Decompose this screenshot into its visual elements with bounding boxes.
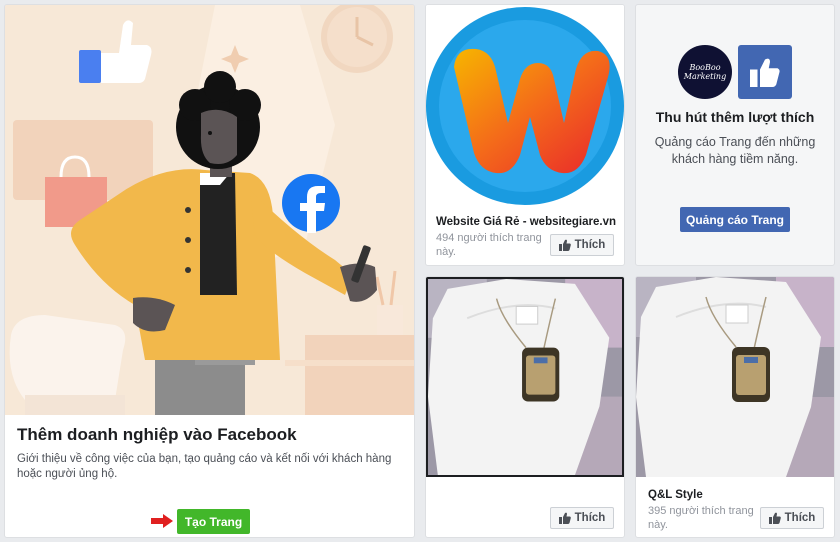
like-label: Thích — [574, 239, 606, 251]
like-page-button[interactable]: Thích — [550, 507, 614, 529]
red-arrow-icon — [151, 514, 173, 528]
product-card: Q&L Style 395 người thích trang này. Thí… — [635, 276, 835, 538]
add-business-card: Thêm doanh nghiệp vào Facebook Giới thiệ… — [4, 4, 415, 538]
like-label: Thích — [784, 512, 816, 524]
page-like-count: 494 người thích trang này. — [436, 232, 542, 258]
promote-page-button[interactable]: Quảng cáo Trang — [680, 207, 790, 232]
page-name[interactable]: Website Giá Rẻ - websitegiare.vn — [436, 216, 621, 228]
product-page-name[interactable]: Q&L Style — [648, 489, 703, 501]
thumbs-up-icon — [558, 239, 571, 251]
product-card: Thích — [425, 276, 625, 538]
logo-line-2: Marketing — [683, 72, 727, 81]
product-image[interactable] — [426, 277, 624, 477]
suggested-page-card: Website Giá Rẻ - websitegiare.vn 494 ngư… — [425, 4, 625, 266]
logo-line-1: BooBoo — [689, 63, 721, 72]
like-page-button[interactable]: Thích — [550, 234, 614, 256]
get-likes-description: Quảng cáo Trang đến những khách hàng tiề… — [654, 135, 816, 166]
like-label: Thích — [574, 512, 606, 524]
thumbs-up-icon — [768, 512, 781, 524]
add-business-title: Thêm doanh nghiệp vào Facebook — [17, 425, 297, 444]
like-page-button[interactable]: Thích — [760, 507, 824, 529]
product-like-count: 395 người thích trang này. — [648, 505, 754, 531]
thumbs-up-icon — [558, 512, 571, 524]
page-logo: BooBoo Marketing — [678, 45, 732, 99]
business-illustration — [5, 5, 414, 415]
facebook-like-icon — [738, 45, 792, 99]
page-cover-image[interactable] — [426, 5, 624, 209]
create-page-button[interactable]: Tạo Trang — [177, 509, 250, 534]
add-business-description: Giới thiệu về công việc của bạn, tạo quả… — [17, 453, 392, 480]
get-likes-title: Thu hút thêm lượt thích — [655, 109, 815, 125]
product-image[interactable] — [636, 277, 834, 477]
get-more-likes-card: BooBoo Marketing Thu hút thêm lượt thích… — [635, 4, 835, 266]
